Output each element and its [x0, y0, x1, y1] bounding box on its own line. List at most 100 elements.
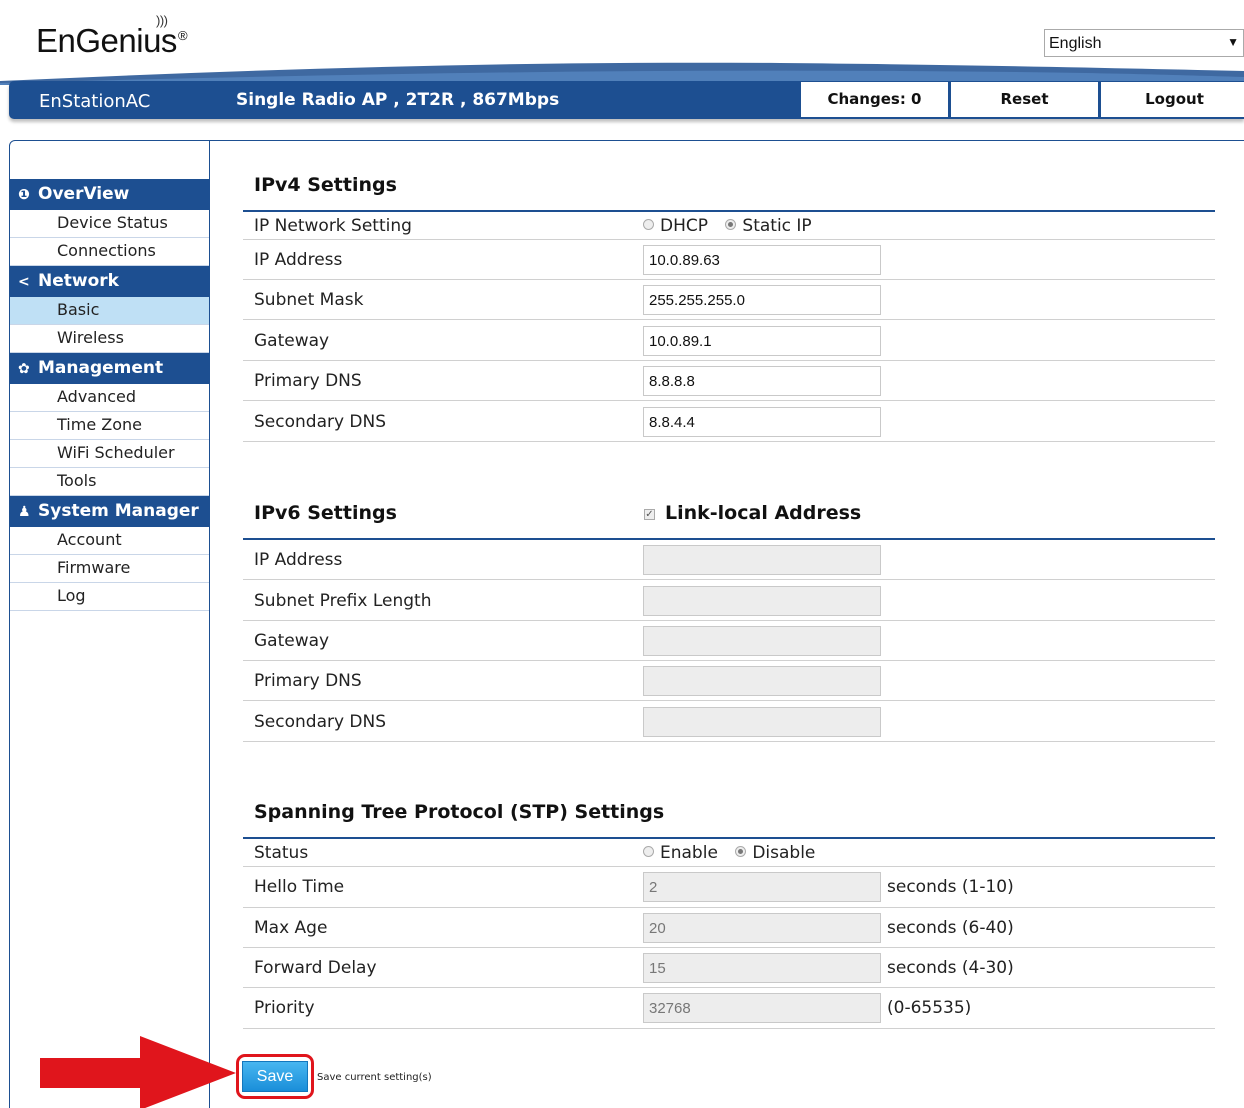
- ipv4-primary-dns-label: Primary DNS: [254, 371, 362, 391]
- stp-forward-delay-unit: seconds (4-30): [887, 958, 1014, 978]
- reset-button[interactable]: Reset: [950, 81, 1099, 118]
- model-description: Single Radio AP , 2T2R , 867Mbps: [236, 90, 560, 110]
- ipv4-secondary-dns-label: Secondary DNS: [254, 412, 387, 432]
- ipv6-ip-address-input: [643, 545, 881, 575]
- ipv4-ip-address-label: IP Address: [254, 250, 343, 270]
- ipv4-gateway-label: Gateway: [254, 331, 330, 351]
- ipv6-gateway-label: Gateway: [254, 631, 330, 651]
- link-local-label: Link-local Address: [665, 502, 862, 524]
- ipv4-network-setting-row: IP Network Setting DHCP Static IP: [243, 212, 1215, 240]
- stp-status-label: Status: [254, 843, 309, 863]
- save-button[interactable]: Save: [242, 1061, 308, 1092]
- save-hint: Save current setting(s): [317, 1072, 432, 1083]
- changes-button[interactable]: Changes: 0: [800, 81, 949, 118]
- stp-disable-radio[interactable]: Disable: [735, 843, 815, 863]
- sidebar-divider: [209, 141, 210, 1108]
- stp-max-age-input: 20: [643, 913, 881, 943]
- ipv4-ip-address-input[interactable]: 10.0.89.63: [643, 245, 881, 275]
- stp-hello-time-unit: seconds (1-10): [887, 877, 1014, 897]
- stp-hello-time-label: Hello Time: [254, 877, 345, 897]
- stp-max-age-label: Max Age: [254, 918, 328, 938]
- ipv4-gateway-row: Gateway 10.0.89.1: [243, 320, 1215, 361]
- stp-priority-unit: (0-65535): [887, 998, 972, 1018]
- share-icon: <: [18, 274, 30, 290]
- static-ip-label: Static IP: [742, 216, 812, 236]
- sidebar-item-advanced[interactable]: Advanced: [10, 384, 209, 412]
- ipv6-prefix-length-label: Subnet Prefix Length: [254, 591, 432, 611]
- sidebar-section-label: System Manager: [38, 501, 199, 521]
- sidebar-item-basic[interactable]: Basic: [10, 297, 209, 325]
- sidebar-section-label: Management: [38, 358, 164, 378]
- model-name: EnStationAC: [39, 91, 151, 112]
- ipv6-ip-address-row: IP Address: [243, 540, 1215, 580]
- red-arrow-icon: [40, 1036, 236, 1108]
- ipv4-mode-radio-group: DHCP Static IP: [643, 216, 824, 236]
- stp-priority-label: Priority: [254, 998, 315, 1018]
- ipv6-prefix-length-input: [643, 586, 881, 616]
- ipv4-subnet-mask-input[interactable]: 255.255.255.0: [643, 285, 881, 315]
- dhcp-label: DHCP: [660, 216, 708, 236]
- stp-enable-label: Enable: [660, 843, 718, 863]
- radio-checked-icon: [725, 219, 737, 230]
- user-icon: ♟: [18, 504, 31, 520]
- ipv4-title: IPv4 Settings: [254, 174, 397, 196]
- sidebar-section-network[interactable]: < Network: [10, 266, 209, 297]
- sidebar-section-management[interactable]: ✿ Management: [10, 353, 209, 384]
- sidebar-section-overview[interactable]: ❶ OverView: [10, 179, 209, 210]
- stp-max-age-row: Max Age 20 seconds (6-40): [243, 908, 1215, 948]
- stp-forward-delay-label: Forward Delay: [254, 958, 377, 978]
- ipv6-prefix-length-row: Subnet Prefix Length: [243, 580, 1215, 621]
- ipv6-title: IPv6 Settings: [254, 502, 397, 524]
- checkbox-checked-icon: ✓: [644, 509, 655, 520]
- ipv4-subnet-mask-row: Subnet Mask 255.255.255.0: [243, 280, 1215, 320]
- sidebar-item-connections[interactable]: Connections: [10, 238, 209, 266]
- sidebar-item-device-status[interactable]: Device Status: [10, 210, 209, 238]
- radio-icon: [643, 219, 654, 230]
- ipv4-primary-dns-row: Primary DNS 8.8.8.8: [243, 361, 1215, 401]
- sidebar-section-system-manager[interactable]: ♟ System Manager: [10, 496, 209, 527]
- language-select[interactable]: English ▼: [1044, 29, 1244, 57]
- ipv6-secondary-dns-input: [643, 707, 881, 737]
- stp-priority-row: Priority 32768 (0-65535): [243, 988, 1215, 1029]
- dhcp-radio[interactable]: DHCP: [643, 216, 708, 236]
- sidebar-item-tools[interactable]: Tools: [10, 468, 209, 496]
- ipv6-secondary-dns-label: Secondary DNS: [254, 712, 387, 732]
- radio-icon: [643, 846, 654, 857]
- ipv4-subnet-mask-label: Subnet Mask: [254, 290, 364, 310]
- sidebar-item-account[interactable]: Account: [10, 527, 209, 555]
- ipv6-primary-dns-input: [643, 666, 881, 696]
- sidebar: ❶ OverView Device Status Connections < Net…: [10, 179, 209, 611]
- ipv6-primary-dns-label: Primary DNS: [254, 671, 362, 691]
- stp-forward-delay-row: Forward Delay 15 seconds (4-30): [243, 948, 1215, 988]
- link-local-checkbox[interactable]: ✓ Link-local Address: [644, 502, 861, 524]
- info-icon: ❶: [18, 187, 30, 203]
- ipv6-ip-address-label: IP Address: [254, 550, 343, 570]
- registered-icon: ®: [177, 28, 188, 43]
- sidebar-item-time-zone[interactable]: Time Zone: [10, 412, 209, 440]
- ipv4-ip-address-row: IP Address 10.0.89.63: [243, 240, 1215, 280]
- stp-enable-radio[interactable]: Enable: [643, 843, 718, 863]
- sidebar-item-log[interactable]: Log: [10, 583, 209, 611]
- static-ip-radio[interactable]: Static IP: [725, 216, 812, 236]
- radio-checked-icon: [735, 846, 747, 857]
- ipv4-primary-dns-input[interactable]: 8.8.8.8: [643, 366, 881, 396]
- sidebar-item-wifi-scheduler[interactable]: WiFi Scheduler: [10, 440, 209, 468]
- sidebar-section-label: OverView: [38, 184, 130, 204]
- ipv4-network-setting-label: IP Network Setting: [254, 216, 412, 236]
- stp-hello-time-row: Hello Time 2 seconds (1-10): [243, 867, 1215, 908]
- sidebar-item-firmware[interactable]: Firmware: [10, 555, 209, 583]
- gear-icon: ✿: [18, 361, 30, 377]
- ipv4-secondary-dns-input[interactable]: 8.8.4.4: [643, 407, 881, 437]
- ipv6-primary-dns-row: Primary DNS: [243, 661, 1215, 701]
- ipv4-secondary-dns-row: Secondary DNS 8.8.4.4: [243, 401, 1215, 442]
- ipv4-gateway-input[interactable]: 10.0.89.1: [643, 326, 881, 356]
- stp-priority-input: 32768: [643, 993, 881, 1023]
- logout-button[interactable]: Logout: [1100, 81, 1244, 118]
- language-selected: English: [1049, 35, 1102, 52]
- sidebar-item-wireless[interactable]: Wireless: [10, 325, 209, 353]
- dropdown-arrow-icon: ▼: [1227, 35, 1239, 49]
- ipv6-gateway-row: Gateway: [243, 621, 1215, 661]
- sidebar-section-label: Network: [38, 271, 119, 291]
- wifi-icon: ))): [156, 13, 168, 28]
- stp-status-radio-group: Enable Disable: [643, 843, 827, 863]
